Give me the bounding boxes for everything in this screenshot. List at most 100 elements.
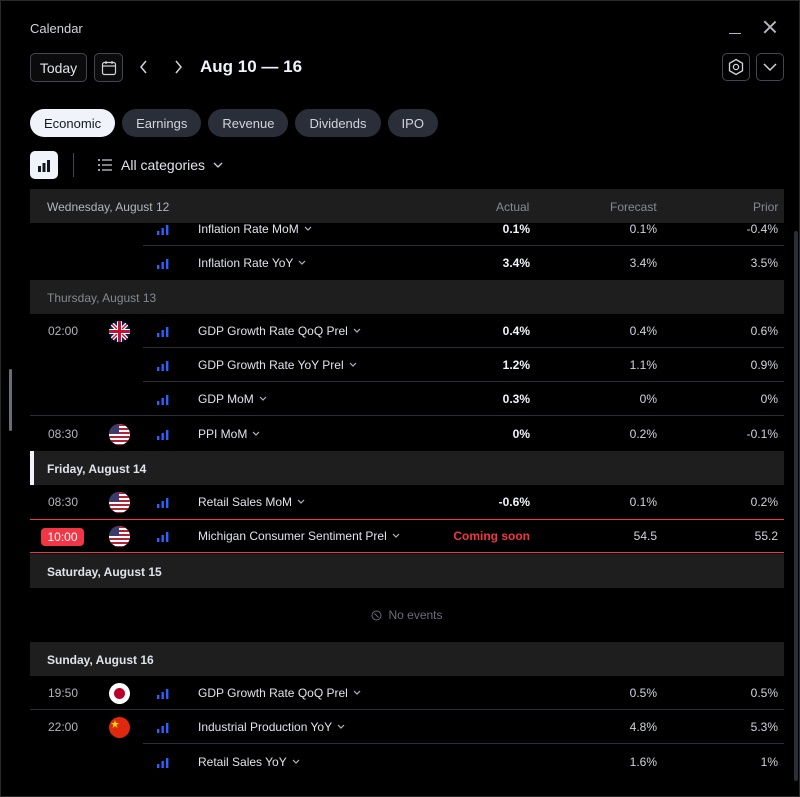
table-row[interactable]: Inflation Rate MoM 0.1% 0.1% -0.4% xyxy=(30,212,784,246)
collapse-button[interactable] xyxy=(756,53,784,81)
tab-earnings[interactable]: Earnings xyxy=(122,109,202,137)
calendar-window: Calendar Today Aug 10 — 16 Economic Earn… xyxy=(0,0,800,797)
chevron-down-icon xyxy=(292,759,300,764)
table-row-upcoming[interactable]: 10:00 Michigan Consumer Sentiment Prel C… xyxy=(30,519,784,553)
forecast-value: 1.1% xyxy=(629,358,657,372)
forecast-value: 4.8% xyxy=(629,720,657,734)
importance-icon xyxy=(157,361,169,371)
event-name[interactable]: GDP Growth Rate QoQ Prel xyxy=(198,324,361,338)
date-range: Aug 10 — 16 xyxy=(200,57,303,76)
event-name[interactable]: GDP Growth Rate YoY Prel xyxy=(198,358,357,372)
prior-value: 0.6% xyxy=(750,324,778,338)
table-row[interactable]: 08:30 Retail Sales MoM -0.6% 0.1% 0.2% xyxy=(30,485,784,519)
flag-us-icon xyxy=(109,492,130,513)
prior-value: 0.9% xyxy=(750,358,778,372)
category-tabs: Economic Earnings Revenue Dividends IPO xyxy=(30,109,438,137)
event-name[interactable]: PPI MoM xyxy=(198,427,260,441)
forecast-value: 0.1% xyxy=(629,222,657,236)
chevron-down-icon xyxy=(763,63,777,72)
actual-value: 3.4% xyxy=(502,256,530,270)
flag-us-icon xyxy=(109,424,130,445)
flag-cn-icon xyxy=(109,717,130,738)
chevron-down-icon xyxy=(349,362,357,367)
close-button[interactable] xyxy=(761,18,779,36)
event-name[interactable]: GDP MoM xyxy=(198,392,267,406)
event-name[interactable]: Retail Sales MoM xyxy=(198,495,305,509)
importance-icon xyxy=(157,395,169,405)
table-row[interactable]: 02:00 GDP Growth Rate QoQ Prel 0.4% 0.4%… xyxy=(30,314,784,348)
event-name[interactable]: GDP Growth Rate QoQ Prel xyxy=(198,686,361,700)
prior-value: -0.1% xyxy=(746,427,778,441)
no-events-message: No events xyxy=(30,587,784,643)
table-row[interactable]: GDP Growth Rate YoY Prel 1.2% 1.1% 0.9% xyxy=(30,348,784,382)
importance-filter-button[interactable] xyxy=(30,151,58,179)
day-label: Sunday, August 16 xyxy=(47,653,154,667)
event-name[interactable]: Industrial Production YoY xyxy=(198,720,345,734)
event-name[interactable]: Michigan Consumer Sentiment Prel xyxy=(198,529,400,543)
prior-value: 0% xyxy=(760,392,778,406)
category-filter[interactable]: All categories xyxy=(97,155,223,175)
actual-value: 0.3% xyxy=(502,392,530,406)
prior-value: 55.2 xyxy=(754,529,778,543)
next-week-button[interactable] xyxy=(167,56,189,78)
event-time: 08:30 xyxy=(48,427,79,441)
chevron-down-icon xyxy=(298,260,306,265)
chevron-right-icon xyxy=(175,60,182,74)
event-name[interactable]: Inflation Rate YoY xyxy=(198,256,306,270)
date-picker-button[interactable] xyxy=(94,53,123,82)
prior-value: -0.4% xyxy=(746,222,778,236)
forecast-value: 3.4% xyxy=(629,256,657,270)
minimize-button[interactable] xyxy=(727,16,743,38)
tab-dividends[interactable]: Dividends xyxy=(295,109,381,137)
tab-revenue[interactable]: Revenue xyxy=(208,109,289,137)
forecast-value: 1.6% xyxy=(629,755,657,769)
table-row[interactable]: 19:50 GDP Growth Rate QoQ Prel 0.5% 0.5% xyxy=(30,676,784,710)
forecast-value: 0.4% xyxy=(629,324,657,338)
list-icon xyxy=(98,159,112,171)
importance-icon xyxy=(157,723,169,733)
info-icon xyxy=(371,610,382,620)
importance-icon xyxy=(157,532,169,542)
importance-icon xyxy=(157,430,169,440)
table-row[interactable]: GDP MoM 0.3% 0% 0% xyxy=(30,382,784,416)
table-row[interactable]: Retail Sales YoY 1.6% 1% xyxy=(30,745,784,779)
bar-chart-icon xyxy=(38,159,50,172)
day-label: Thursday, August 13 xyxy=(47,291,157,305)
prior-value: 0.5% xyxy=(750,686,778,700)
today-button[interactable]: Today xyxy=(30,53,87,82)
tab-ipo[interactable]: IPO xyxy=(387,109,438,137)
table-row[interactable]: 22:00 Industrial Production YoY 4.8% 5.3… xyxy=(30,710,784,744)
scrollbar[interactable] xyxy=(794,231,798,781)
prior-value: 0.2% xyxy=(750,495,778,509)
day-header: Sunday, August 16 xyxy=(30,642,784,676)
settings-button[interactable] xyxy=(722,53,750,81)
event-name[interactable]: Inflation Rate MoM xyxy=(198,222,312,236)
chevron-down-icon xyxy=(353,328,361,333)
flag-gb-icon xyxy=(109,321,130,342)
actual-value: -0.6% xyxy=(498,495,530,509)
tab-economic[interactable]: Economic xyxy=(30,109,116,137)
actual-value: 0.1% xyxy=(502,222,530,236)
chevron-down-icon xyxy=(252,431,260,436)
prev-week-button[interactable] xyxy=(133,56,155,78)
actual-value: Coming soon xyxy=(453,529,530,543)
toolbar-divider xyxy=(73,153,74,177)
actual-value: 0% xyxy=(512,427,530,441)
importance-icon xyxy=(157,259,169,269)
day-label: Friday, August 14 xyxy=(47,462,147,476)
table-row[interactable]: Inflation Rate YoY 3.4% 3.4% 3.5% xyxy=(30,246,784,280)
flag-jp-icon xyxy=(109,683,130,704)
importance-icon xyxy=(157,689,169,699)
forecast-value: 0.2% xyxy=(629,427,657,441)
chevron-down-icon xyxy=(259,396,267,401)
importance-icon xyxy=(157,327,169,337)
table-row[interactable]: 08:30 PPI MoM 0% 0.2% -0.1% xyxy=(30,417,784,451)
prior-value: 3.5% xyxy=(750,256,778,270)
importance-icon xyxy=(157,225,169,235)
no-events-text: No events xyxy=(388,608,443,622)
flag-us-icon xyxy=(109,526,130,547)
category-filter-label: All categories xyxy=(121,157,206,173)
event-time-badge: 10:00 xyxy=(41,528,84,546)
event-name[interactable]: Retail Sales YoY xyxy=(198,755,300,769)
window-title: Calendar xyxy=(30,21,83,36)
